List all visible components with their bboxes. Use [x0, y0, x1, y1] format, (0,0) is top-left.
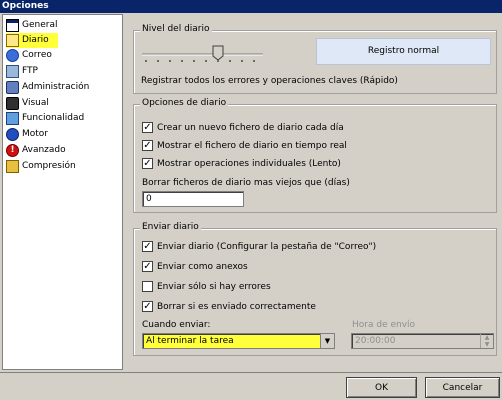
- when-to-send-label: Cuando enviar:: [142, 320, 211, 330]
- sidebar-item-ftp[interactable]: FTP: [6, 64, 38, 79]
- engine-icon: [6, 128, 19, 141]
- individual-ops-checkbox[interactable]: ✓ Mostrar operaciones individuales (Lent…: [142, 158, 341, 169]
- checkbox-box: [142, 281, 153, 292]
- sidebar-item-label: FTP: [22, 66, 38, 76]
- send-only-on-errors-checkbox[interactable]: Enviar sólo si hay errores: [142, 281, 271, 292]
- checkbox-label: Mostrar el fichero de diario en tiempo r…: [157, 140, 347, 151]
- delete-old-logs-days-input[interactable]: 0: [142, 191, 244, 207]
- sidebar-item-label: Compresión: [22, 161, 76, 171]
- delete-if-sent-checkbox[interactable]: ✓ Borrar si es enviado correctamente: [142, 301, 316, 312]
- sidebar-item-label: Motor: [22, 129, 49, 139]
- checkbox-label: Mostrar operaciones individuales (Lento): [157, 158, 341, 169]
- ok-button[interactable]: OK: [346, 377, 417, 398]
- sidebar-item-compresion[interactable]: Compresión: [6, 159, 76, 174]
- window-title: Opciones: [0, 0, 502, 13]
- when-to-send-select[interactable]: Al terminar la tarea ▼: [142, 333, 335, 349]
- new-log-daily-checkbox[interactable]: ✓ Crear un nuevo fichero de diario cada …: [142, 122, 344, 133]
- sidebar-item-label: Funcionalidad: [22, 113, 85, 123]
- checkbox-box: ✓: [142, 158, 153, 169]
- checkbox-label: Enviar diario (Configurar la pestaña de …: [157, 241, 377, 252]
- group-legend: Nivel del diario: [140, 24, 212, 34]
- footer-divider: [0, 372, 502, 373]
- when-to-send-value: Al terminar la tarea: [146, 336, 234, 346]
- checkbox-box: ✓: [142, 241, 153, 252]
- group-legend: Enviar diario: [140, 222, 201, 232]
- cancel-button[interactable]: Cancelar: [425, 377, 500, 398]
- send-as-attachment-checkbox[interactable]: ✓ Enviar como anexos: [142, 261, 248, 272]
- send-time-input[interactable]: 20:00:00 ▲ ▼: [351, 333, 494, 349]
- administration-icon: [6, 81, 19, 94]
- warning-icon: !: [6, 144, 19, 157]
- functionality-icon: [6, 112, 19, 125]
- checkbox-box: ✓: [142, 261, 153, 272]
- sidebar-item-correo[interactable]: Correo: [6, 48, 52, 63]
- checkbox-label: Borrar si es enviado correctamente: [157, 301, 316, 312]
- sidebar-item-funcionalidad[interactable]: Funcionalidad: [6, 111, 84, 126]
- compression-icon: [6, 160, 19, 173]
- log-level-description: Registrar todos los errores y operacione…: [141, 76, 398, 86]
- log-level-display: Registro normal: [316, 38, 491, 65]
- sidebar-item-label: Visual: [22, 98, 49, 108]
- checkbox-label: Crear un nuevo fichero de diario cada dí…: [157, 122, 344, 133]
- checkbox-box: ✓: [142, 122, 153, 133]
- delete-old-logs-label: Borrar ficheros de diario mas viejos que…: [142, 178, 350, 188]
- ftp-network-icon: [6, 65, 19, 78]
- group-legend: Opciones de diario: [140, 98, 229, 108]
- sidebar-item-general[interactable]: General: [6, 18, 57, 33]
- window-icon: [6, 19, 19, 32]
- sidebar-item-visual[interactable]: Visual: [6, 96, 49, 111]
- sidebar-item-diario[interactable]: Diario: [6, 33, 58, 48]
- checkbox-label: Enviar sólo si hay errores: [157, 281, 271, 292]
- mail-globe-icon: [6, 49, 19, 62]
- send-time-label: Hora de envío: [352, 320, 416, 330]
- chevron-down-icon[interactable]: ▼: [320, 334, 334, 348]
- realtime-log-checkbox[interactable]: ✓ Mostrar el fichero de diario en tiempo…: [142, 140, 347, 151]
- options-category-list[interactable]: General Diario Correo FTP Administración…: [2, 14, 123, 370]
- sidebar-item-motor[interactable]: Motor: [6, 127, 48, 142]
- checkbox-box: ✓: [142, 140, 153, 151]
- send-time-value: 20:00:00: [355, 336, 396, 346]
- sidebar-item-avanzado[interactable]: ! Avanzado: [6, 143, 66, 158]
- sidebar-item-label: Avanzado: [22, 145, 66, 155]
- send-log-checkbox[interactable]: ✓ Enviar diario (Configurar la pestaña d…: [142, 241, 376, 252]
- checkbox-box: ✓: [142, 301, 153, 312]
- log-level-slider[interactable]: [140, 44, 265, 62]
- spin-up-icon[interactable]: ▲: [480, 334, 493, 341]
- spin-down-icon[interactable]: ▼: [480, 341, 493, 348]
- sidebar-item-label: General: [22, 20, 58, 30]
- sidebar-item-label: Correo: [22, 50, 52, 60]
- log-notebook-icon: [6, 34, 19, 47]
- slider-track: [142, 45, 263, 62]
- sidebar-item-administracion[interactable]: Administración: [6, 80, 89, 95]
- camera-icon: [6, 97, 19, 110]
- checkbox-label: Enviar como anexos: [157, 261, 248, 272]
- sidebar-item-label: Diario: [22, 35, 49, 45]
- sidebar-item-label: Administración: [22, 82, 90, 92]
